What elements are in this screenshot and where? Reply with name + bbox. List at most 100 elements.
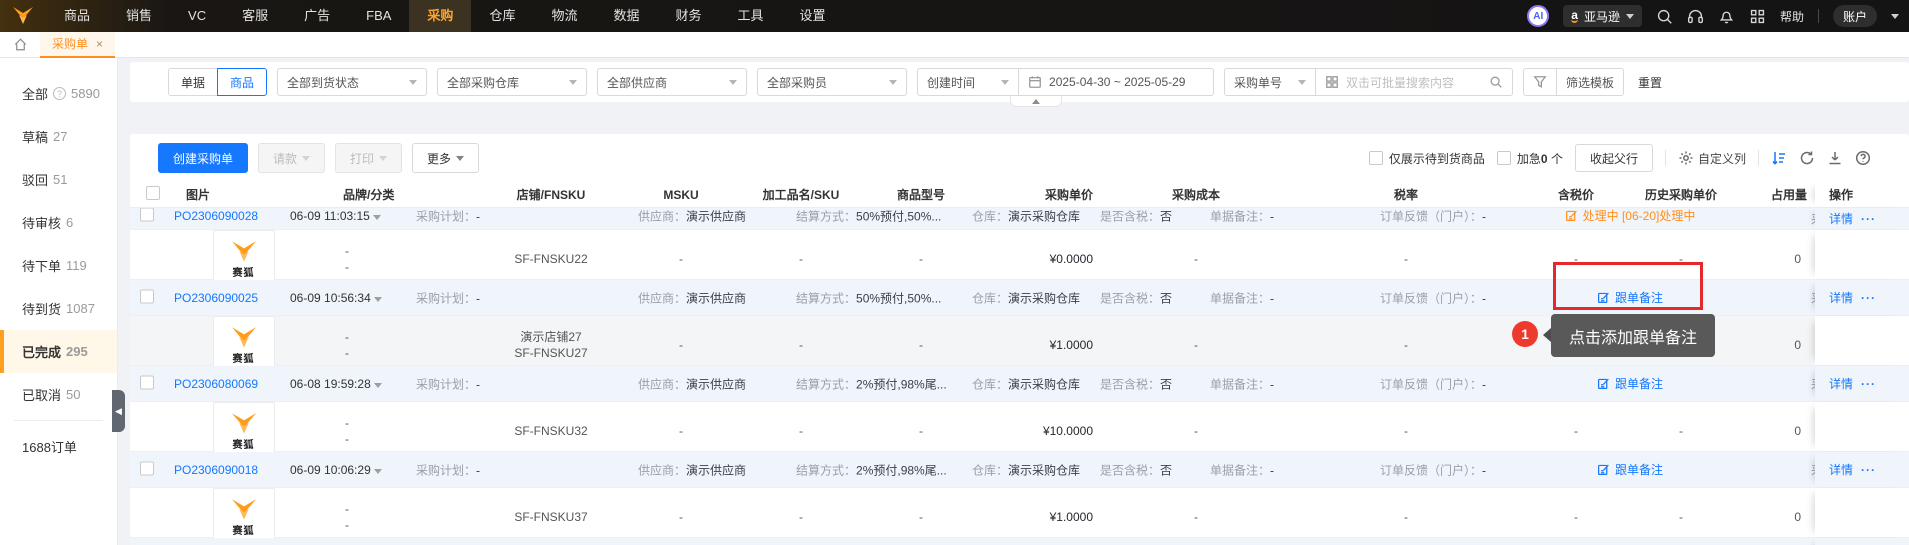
checkbox-icon[interactable] [140,208,154,221]
account-chevron-down-icon[interactable] [1891,14,1899,19]
nav-item-广告[interactable]: 广告 [286,0,348,32]
sidebar-item-草稿[interactable]: 草稿27 [0,115,117,158]
nav-item-VC[interactable]: VC [170,0,224,32]
filter-collapse-button[interactable] [1010,96,1062,107]
followup-note-button[interactable]: 跟单备注 [1597,461,1663,478]
filter-dropdown-全部到货状态[interactable]: 全部到货状态 [277,68,427,96]
advanced-filter-button[interactable] [1523,68,1557,96]
request-payment-button[interactable]: 请款 [258,143,325,173]
checkbox-icon[interactable] [1369,151,1383,165]
checkbox-icon[interactable] [140,375,154,389]
list-settings-icon[interactable] [1771,150,1787,166]
tab-purchase-orders[interactable]: 采购单 × [40,32,115,58]
question-circle-icon[interactable] [1855,150,1871,166]
nav-item-工具[interactable]: 工具 [720,0,782,32]
detail-link[interactable]: 详情 [1829,289,1853,306]
po-number-link[interactable]: PO2306090028 [174,209,258,223]
filter-dropdown-全部采购仓库[interactable]: 全部采购仓库 [437,68,587,96]
sidebar-item-已完成[interactable]: 已完成295 [0,330,117,373]
followup-note-button[interactable]: 跟单备注 [1597,375,1663,392]
download-icon[interactable] [1827,150,1843,166]
nav-item-商品[interactable]: 商品 [46,0,108,32]
occupy-cell: 0 [1731,338,1815,352]
more-actions-button[interactable]: ··· [1861,377,1876,391]
tab-close-icon[interactable]: × [96,37,103,51]
sidebar-item-已取消[interactable]: 已取消50 [0,373,117,416]
reset-button[interactable]: 重置 [1634,74,1666,91]
field-label: 订单反馈（门户）： [1380,377,1482,391]
chevron-down-icon[interactable] [373,215,381,220]
nav-item-销售[interactable]: 销售 [108,0,170,32]
product-image: 赛狐 [213,488,275,545]
sidebar-item-count: 51 [53,172,67,187]
detail-link[interactable]: 详情 [1829,461,1853,478]
sidebar-item-待到货[interactable]: 待到货1087 [0,287,117,330]
sidebar-collapse-handle[interactable]: ◀ [112,390,125,432]
refresh-icon[interactable] [1799,150,1815,166]
nav-item-客服[interactable]: 客服 [224,0,286,32]
sidebar-item-1688-orders[interactable]: 1688订单 [0,425,117,468]
nav-item-设置[interactable]: 设置 [782,0,844,32]
date-range-input[interactable]: 2025-04-30 ~ 2025-05-29 [1018,68,1214,96]
sidebar-item-待审核[interactable]: 待审核6 [0,201,117,244]
urgent-checkbox[interactable]: 加急0 个 [1497,150,1563,167]
filter-bar: 单据商品 全部到货状态全部采购仓库全部供应商全部采购员 创建时间 2025-04… [130,62,1909,102]
headset-icon[interactable] [1687,8,1704,25]
collapse-parent-rows-button[interactable]: 收起父行 [1575,144,1653,172]
nav-item-财务[interactable]: 财务 [657,0,719,32]
segment-单据[interactable]: 单据 [168,68,218,96]
segment-商品[interactable]: 商品 [217,68,267,96]
row-checkbox[interactable] [140,461,154,478]
more-actions-button[interactable]: ··· [1861,291,1876,305]
field-label: 结算方式： [796,463,856,477]
checkbox-icon[interactable] [140,461,154,475]
checkbox-icon[interactable] [140,289,154,303]
detail-link[interactable]: 详情 [1829,375,1853,392]
checkbox-icon[interactable] [1497,151,1511,165]
notification-bell-icon[interactable] [1718,8,1735,25]
create-po-button[interactable]: 创建采购单 [158,143,248,173]
print-button[interactable]: 打印 [335,143,402,173]
account-button[interactable]: 账户 [1833,5,1877,27]
nav-item-物流[interactable]: 物流 [533,0,595,32]
home-tab-button[interactable] [0,37,40,52]
ai-assistant-button[interactable]: AI [1527,5,1549,27]
search-type-select[interactable]: 采购单号 [1224,68,1316,96]
more-button[interactable]: 更多 [412,143,479,173]
po-number-link[interactable]: PO2306080069 [174,377,258,391]
only-pending-checkbox[interactable]: 仅展示待到货商品 [1369,150,1485,167]
po-number-link[interactable]: PO2306090025 [174,291,258,305]
checkbox-icon[interactable] [146,186,160,200]
row-checkbox[interactable] [140,208,154,224]
chevron-down-icon[interactable] [374,383,382,388]
nav-item-FBA[interactable]: FBA [348,0,409,32]
row-checkbox[interactable] [140,289,154,306]
nav-item-采购[interactable]: 采购 [409,0,471,32]
filter-dropdown-全部供应商[interactable]: 全部供应商 [597,68,747,96]
more-actions-button[interactable]: ··· [1861,463,1876,477]
field-label: 单据备注： [1210,377,1270,391]
filter-dropdown-全部采购员[interactable]: 全部采购员 [757,68,907,96]
custom-columns-button[interactable]: 自定义列 [1678,150,1746,167]
store-selector[interactable]: a 亚马逊 [1563,5,1642,27]
sidebar-item-全部[interactable]: 全部?5890 [0,72,117,115]
filter-template-button[interactable]: 筛选模板 [1556,68,1624,96]
apps-grid-icon[interactable] [1749,8,1766,25]
po-field-supplier: 供应商：演示供应商 [638,208,746,224]
help-link[interactable]: 帮助 [1780,8,1804,25]
row-checkbox[interactable] [140,375,154,392]
detail-link[interactable]: 详情 [1829,210,1853,227]
sidebar-item-待下单[interactable]: 待下单119 [0,244,117,287]
more-actions-button[interactable]: ··· [1861,212,1876,226]
po-number-link[interactable]: PO2306090018 [174,463,258,477]
date-type-select[interactable]: 创建时间 [917,68,1019,96]
sidebar-item-驳回[interactable]: 驳回51 [0,158,117,201]
search-input[interactable]: 双击可批量搜索内容 [1315,68,1513,96]
search-icon[interactable] [1656,8,1673,25]
search-icon[interactable] [1489,75,1503,89]
nav-item-数据[interactable]: 数据 [595,0,657,32]
chevron-down-icon[interactable] [374,469,382,474]
followup-note-preview[interactable]: 处理中 [06-20]处理中 [1565,208,1696,224]
nav-item-仓库[interactable]: 仓库 [471,0,533,32]
chevron-down-icon[interactable] [374,297,382,302]
